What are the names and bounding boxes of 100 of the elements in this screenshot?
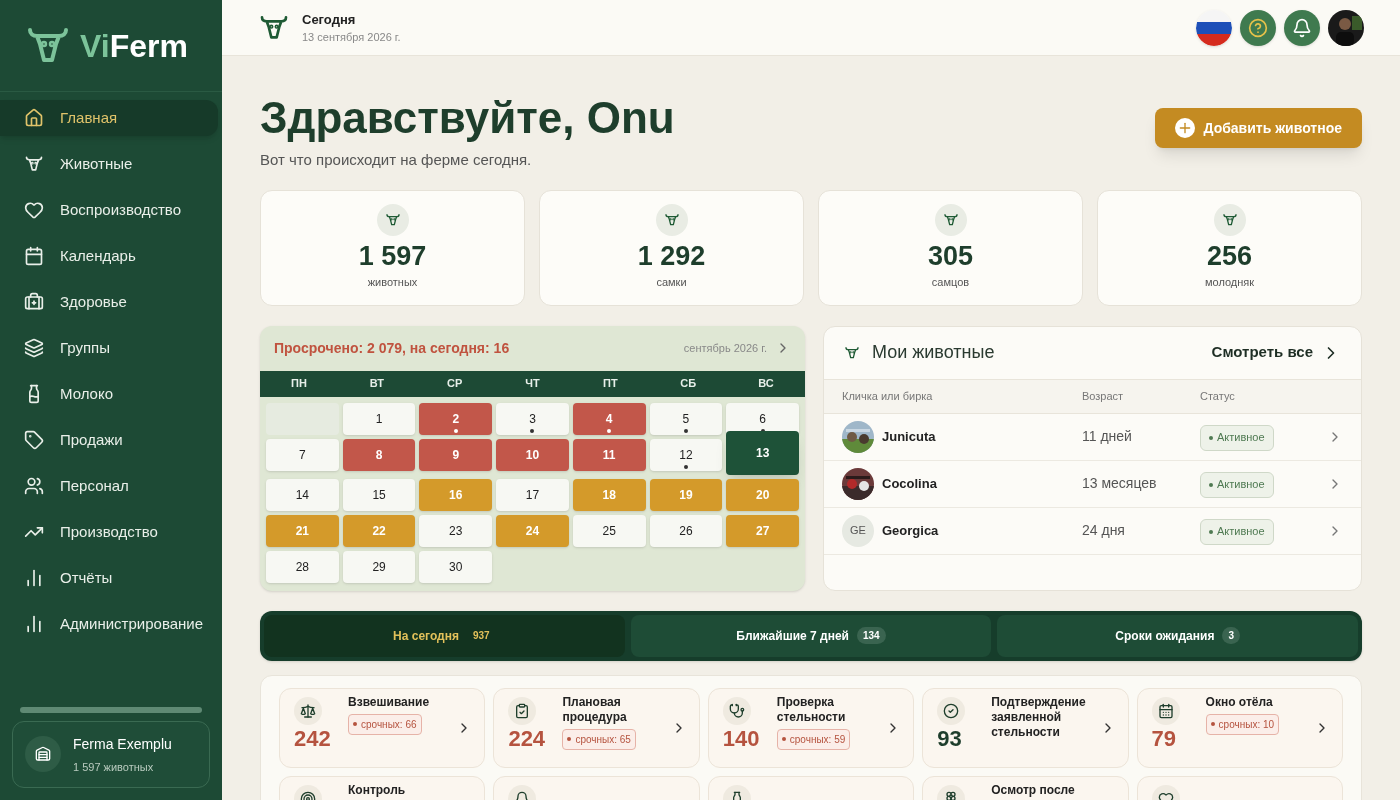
status-badge: Активное <box>1200 424 1274 451</box>
calendar-day[interactable]: 9 <box>419 438 493 471</box>
stat-value: 305 <box>927 240 974 274</box>
task-card[interactable]: 93 Подтверждение заявленной стельности <box>922 687 1129 768</box>
task-card[interactable]: 140 Проверка стельности срочных: 59 <box>707 687 915 768</box>
nav-item[interactable]: Персонал <box>0 468 218 504</box>
task-title: Плановая процедура <box>562 694 628 725</box>
weekday-label: ВТ <box>368 376 385 392</box>
task-title: Осмотр после <box>991 782 1076 798</box>
calendar-day[interactable]: 2 <box>419 402 493 435</box>
calendar-day[interactable]: 5 <box>649 402 723 435</box>
calendar-day[interactable]: 4 <box>572 402 646 435</box>
calendar-day[interactable]: 17 <box>496 478 569 511</box>
column-header: Возраст <box>1082 388 1125 404</box>
stat-label: молодняк <box>1204 275 1255 291</box>
animal-name: Georgica <box>882 521 939 540</box>
tab[interactable]: На сегодня 937 <box>264 614 625 657</box>
layers-icon <box>24 338 44 358</box>
animal-name: Cocolina <box>882 474 937 493</box>
tab[interactable]: Ближайшие 7 дней 134 <box>630 614 992 657</box>
avatar-initials: GE <box>842 514 874 547</box>
nav-item[interactable]: Администрирование <box>0 606 218 642</box>
nav-item[interactable]: Отчёты <box>0 560 218 596</box>
calendar-icon <box>1157 702 1174 719</box>
nav-item[interactable]: Молоко <box>0 376 218 412</box>
stat-label: самки <box>656 275 687 291</box>
help-button[interactable] <box>1240 9 1276 46</box>
notifications-button[interactable] <box>1284 9 1320 46</box>
nav-item[interactable]: Здоровье <box>0 284 218 320</box>
urgent-badge: срочных: 65 <box>562 728 636 750</box>
calendar-day[interactable]: 1 <box>342 402 416 435</box>
calendar-day[interactable]: 25 <box>572 514 646 547</box>
task-count: 242 <box>294 724 331 752</box>
calendar-day[interactable]: 30 <box>419 550 493 583</box>
calendar-day[interactable]: 15 <box>342 478 416 511</box>
calendar-day[interactable]: 23 <box>419 514 493 547</box>
nav-item[interactable]: Главная <box>0 100 218 136</box>
scale-icon <box>300 702 316 719</box>
heart-icon <box>24 200 44 220</box>
farm-name: Ferma Exemplu <box>73 734 172 754</box>
calendar-day[interactable]: 7 <box>266 438 339 471</box>
stat-value: 256 <box>1206 240 1253 274</box>
calendar-day[interactable]: 10 <box>496 438 569 471</box>
cow-icon <box>24 154 44 174</box>
view-all-link[interactable]: Смотреть все <box>1211 341 1341 364</box>
house-icon <box>24 108 44 128</box>
animal-age: 24 дня <box>1082 521 1126 540</box>
farm-card[interactable]: Ferma Exemplu 1 597 животных <box>12 720 210 788</box>
nav-item[interactable]: Производство <box>0 514 218 550</box>
card-title: Мои животные <box>872 341 995 364</box>
users-icon <box>24 476 44 496</box>
check-circle-icon <box>943 702 960 719</box>
greeting-title: Здравствуйте, Onu <box>260 92 675 144</box>
clipboard-icon <box>514 702 531 719</box>
calendar-day[interactable]: 28 <box>266 550 339 583</box>
calendar-day[interactable]: 11 <box>572 438 646 471</box>
weekday-label: СР <box>446 376 464 392</box>
task-card[interactable]: 79 Окно отёла срочных: 10 <box>1136 687 1343 768</box>
animal-row[interactable]: Junicuta 11 дней Активное <box>824 413 1361 461</box>
animal-age: 11 дней <box>1082 427 1133 446</box>
column-header: Кличка или бирка <box>842 388 934 404</box>
task-title: Подтверждение заявленной стельности <box>991 694 1087 740</box>
medical-kit-icon <box>24 292 44 312</box>
weekday-label: ПН <box>290 376 308 392</box>
header-date: 13 сентября 2026 г. <box>302 30 401 45</box>
task-title: Проверка стельности <box>776 694 847 725</box>
task-card[interactable]: 242 Взвешивание срочных: 66 <box>279 687 486 768</box>
scrollbar[interactable] <box>20 706 202 713</box>
calendar-icon <box>24 246 44 266</box>
calendar-day[interactable]: 12 <box>649 438 723 471</box>
task-title: Взвешивание <box>348 694 431 710</box>
nav-item[interactable]: Продажи <box>0 422 218 458</box>
stat-value: 1 292 <box>637 240 706 274</box>
app-logo: ViFerm <box>80 29 188 62</box>
nav-item[interactable]: Группы <box>0 330 218 366</box>
nav-item[interactable]: Животные <box>0 146 218 182</box>
calendar-day[interactable]: 29 <box>342 550 416 583</box>
animal-age: 13 месяцев <box>1082 474 1158 493</box>
cow-icon <box>844 344 860 361</box>
calendar-day[interactable]: 14 <box>266 478 339 511</box>
nav-item[interactable]: Календарь <box>0 238 218 274</box>
nav-item[interactable]: Воспроизводство <box>0 192 218 228</box>
task-count: 140 <box>722 724 760 752</box>
calendar-day[interactable]: 3 <box>496 402 569 435</box>
tag-icon <box>24 430 44 450</box>
animal-row[interactable]: GE Georgica 24 дня Активное <box>824 507 1361 555</box>
calendar-day[interactable]: 26 <box>649 514 723 547</box>
calendar-day[interactable]: 8 <box>342 438 416 471</box>
task-card[interactable]: Осмотр после <box>922 775 1129 800</box>
calendar-day[interactable]: 13 <box>726 430 799 475</box>
tab[interactable]: Сроки ожидания 3 <box>997 614 1358 657</box>
barn-icon <box>35 746 51 763</box>
animal-row[interactable]: Cocolina 13 месяцев Активное <box>824 460 1361 508</box>
stat-label: животных <box>367 275 418 291</box>
urgent-badge: срочных: 59 <box>776 728 851 750</box>
stat-label: самцов <box>931 275 970 291</box>
task-card[interactable]: 224 Плановая процедура срочных: 65 <box>493 687 700 768</box>
bar-chart-icon <box>24 568 44 588</box>
flag-icon[interactable] <box>1196 9 1232 46</box>
task-card[interactable]: Контроль <box>279 775 486 800</box>
